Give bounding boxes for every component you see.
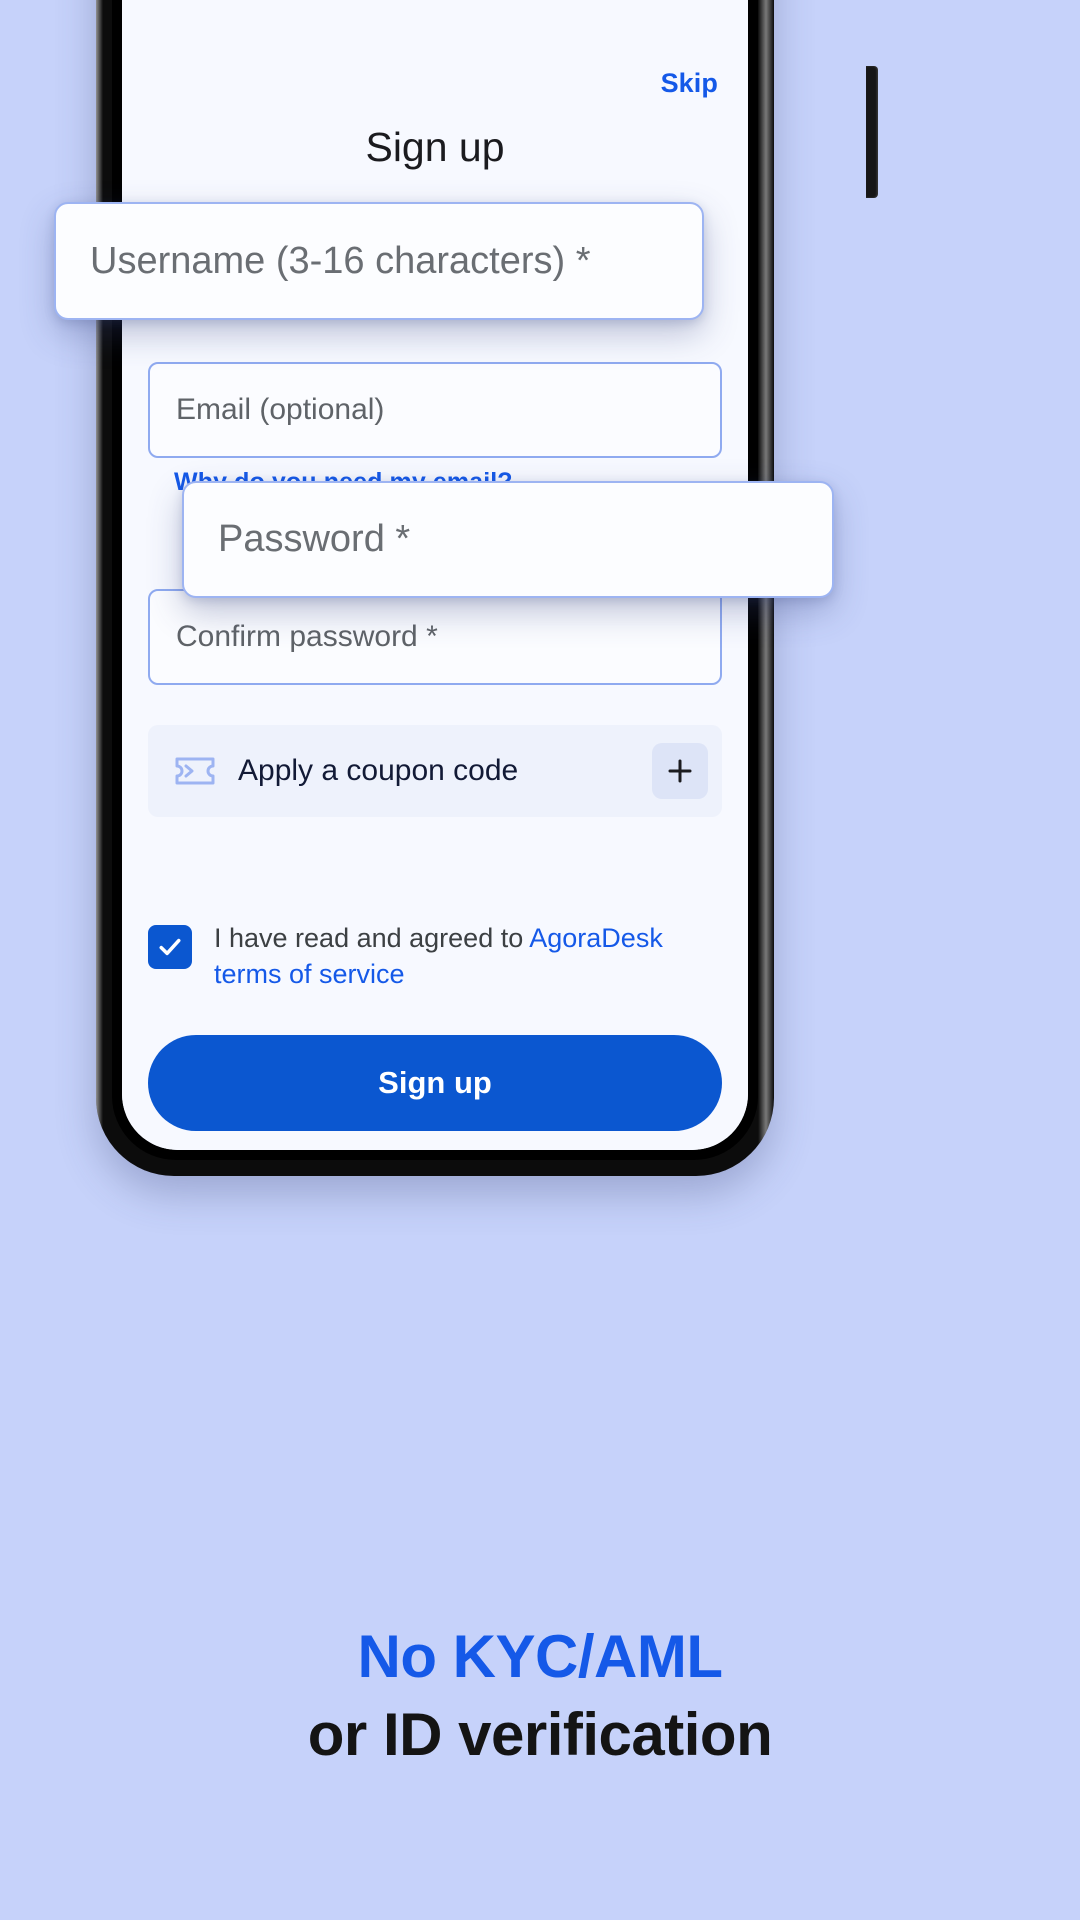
tagline-line-2: or ID verification (307, 1701, 773, 1768)
password-input[interactable]: Password * (182, 481, 834, 598)
page-title: Sign up (365, 124, 505, 170)
terms-checkbox[interactable] (148, 925, 192, 969)
phone-side-button-bottom (866, 66, 878, 198)
email-field[interactable]: Email (optional) (148, 362, 722, 458)
check-icon (159, 938, 181, 956)
coupon-expand-button[interactable] (652, 743, 708, 799)
signup-submit-button[interactable]: Sign up (148, 1034, 722, 1131)
terms-prefix: I have read and agreed to (214, 923, 530, 953)
coupon-label: Apply a coupon code (238, 754, 519, 787)
signup-form: Email (optional) Why do you need my emai… (148, 244, 722, 1150)
confirm-password-field[interactable]: Confirm password * (148, 589, 722, 685)
screenshot-stage: Skip Sign up Email (optional) Why do you… (0, 0, 1080, 1920)
terms-row: I have read and agreed to AgoraDesk term… (148, 921, 722, 993)
username-input[interactable]: Username (3-16 characters) * (54, 202, 704, 320)
coupon-row[interactable]: Apply a coupon code (148, 725, 722, 817)
skip-button[interactable]: Skip (661, 68, 718, 99)
ticket-icon (174, 755, 216, 787)
marketing-tagline: No KYC/AML or ID verification (0, 1618, 1080, 1774)
tagline-line-1: No KYC/AML (357, 1623, 723, 1690)
terms-text: I have read and agreed to AgoraDesk term… (214, 921, 722, 993)
